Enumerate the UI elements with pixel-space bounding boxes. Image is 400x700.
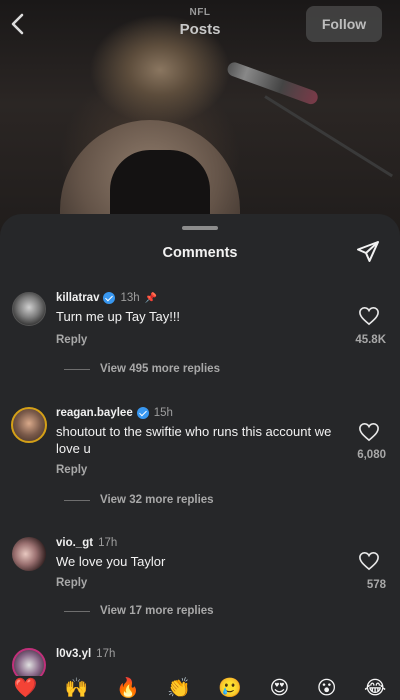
comments-sheet: Comments killatrav 13h 📌 Turn me up Tay … (0, 214, 400, 700)
comment-time: 15h (153, 407, 173, 419)
emoji-fire[interactable]: 🔥 (116, 676, 140, 700)
emoji-laughing[interactable]: 😂 (364, 676, 386, 700)
view-replies-button[interactable]: View 495 more replies (64, 363, 220, 375)
emoji-clapping[interactable]: 👏 (167, 676, 191, 700)
photo-mic-stand (264, 95, 394, 178)
view-replies-button[interactable]: View 32 more replies (64, 494, 214, 506)
emoji-heart[interactable]: ❤️ (14, 676, 38, 700)
pin-icon: 📌 (144, 292, 158, 304)
share-button[interactable] (356, 240, 380, 264)
follow-button[interactable]: Follow (306, 6, 382, 42)
heart-outline-icon[interactable] (358, 551, 380, 571)
comment-username[interactable]: killatrav (56, 292, 99, 304)
comment-username[interactable]: reagan.baylee (56, 407, 133, 419)
reply-button[interactable]: Reply (56, 577, 87, 589)
heart-outline-icon[interactable] (358, 306, 380, 326)
reply-button[interactable]: Reply (56, 464, 87, 476)
emoji-reaction-bar: ❤️ 🙌 🔥 👏 🥲 😍 😮 😂 (0, 676, 400, 700)
view-replies-button[interactable]: View 17 more replies (64, 605, 214, 617)
comment-text: shoutout to the swiftie who runs this ac… (56, 424, 332, 456)
like-count: 6,080 (357, 449, 386, 461)
comment-time: 17h (98, 537, 118, 549)
like-count: 45.8K (355, 334, 386, 346)
reply-button[interactable]: Reply (56, 334, 87, 346)
avatar[interactable] (12, 292, 46, 326)
verified-badge-icon (103, 292, 116, 304)
comment-text: Turn me up Tay Tay!!! (56, 309, 181, 324)
heart-outline-icon[interactable] (358, 422, 380, 442)
comment-text: We love you Taylor (56, 554, 166, 569)
comment-time: 13h (120, 292, 140, 304)
emoji-raised-hands[interactable]: 🙌 (65, 676, 89, 700)
avatar[interactable] (12, 537, 46, 571)
comment-time: 17h (96, 648, 116, 660)
sheet-drag-handle[interactable] (182, 226, 218, 230)
verified-badge-icon (136, 407, 149, 419)
emoji-surprised[interactable]: 😮 (317, 676, 337, 700)
comment-username[interactable]: l0v3.yl (56, 648, 91, 660)
like-count: 578 (366, 579, 386, 591)
emoji-smiling-tear[interactable]: 🥲 (218, 676, 242, 700)
paper-plane-icon (357, 241, 379, 262)
top-header: NFL Posts Follow (0, 0, 400, 48)
comment-username[interactable]: vio._gt (56, 537, 93, 549)
emoji-heart-eyes[interactable]: 😍 (269, 676, 289, 700)
avatar[interactable] (11, 407, 47, 443)
comments-title: Comments (162, 245, 238, 261)
